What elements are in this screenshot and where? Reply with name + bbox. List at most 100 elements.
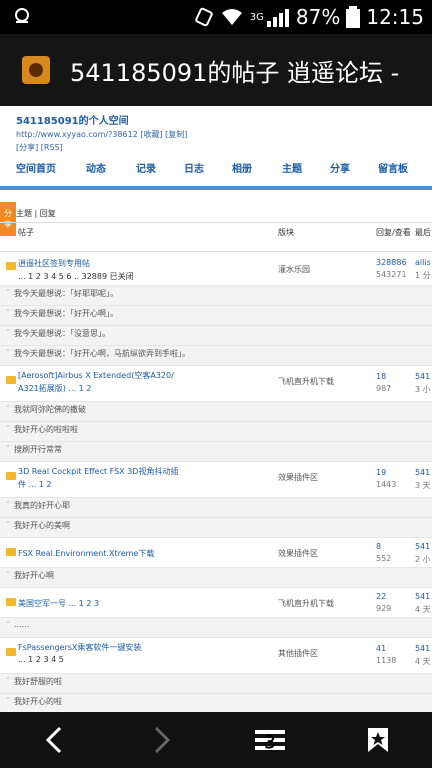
network-label: 3G	[249, 11, 264, 23]
thread-last-time: 3 小	[415, 385, 431, 394]
nav-item[interactable]: 留言板	[378, 160, 408, 175]
reply-snippet: “我今天最想说：「好开心啊」。	[0, 306, 432, 326]
table-row[interactable]: 逍遥社区签到专用帖 ... 1 2 3 4 5 6 .. 32889 已关闭 灌…	[0, 254, 432, 286]
quote-mark: “	[6, 328, 11, 337]
nav-item[interactable]: 相册	[232, 160, 252, 175]
reply-text: 我今天最想说：「没意思」。	[14, 329, 110, 338]
col-last: 最后	[415, 228, 431, 237]
reply-snippet: “搜刷开行常常	[0, 442, 432, 462]
notification-icon	[15, 8, 29, 23]
reply-snippet: “我今天最想说：「好开心啊，马航纵欲弄到手啦」。	[0, 346, 432, 366]
reply-text: 搜刷开行常常	[14, 445, 62, 454]
nav-item[interactable]: 记录	[136, 160, 156, 175]
quote-mark: “	[6, 444, 11, 453]
thread-forum[interactable]: 其他插件区	[278, 648, 318, 659]
reply-snippet: “我今天最想说：「没意思」。	[0, 326, 432, 346]
thread-last-time: 4 天	[415, 605, 431, 614]
thread-pages[interactable]: ... 1 2 3 4 5	[18, 655, 64, 664]
thread-views: 1443	[376, 480, 397, 489]
nav-item[interactable]: 动态	[86, 160, 106, 175]
back-button[interactable]	[30, 720, 78, 760]
thread-replies: 328886	[376, 258, 407, 267]
thread-last-time: 1 分	[415, 271, 431, 280]
browser-bottom-bar: 3	[0, 712, 432, 768]
quote-mark: “	[6, 288, 11, 297]
thread-last-user[interactable]: 541	[415, 542, 430, 551]
table-row[interactable]: FsPassengersX乘客软件一键安装 ... 1 2 3 4 5 其他插件…	[0, 638, 432, 674]
nav-divider	[0, 186, 432, 190]
browser-title-bar: 541185091的帖子 逍遥论坛 -	[0, 34, 432, 106]
reply-snippet: “我好开心啊	[0, 568, 432, 588]
reply-text: 我真的好开心耶	[14, 501, 70, 510]
reply-text: 我今天最想说：「好耶耶呢」。	[14, 289, 118, 298]
thread-subject[interactable]: FsPassengersX乘客软件一键安装	[18, 642, 141, 653]
table-row[interactable]: 美国空军一号 ... 1 2 3 飞机直升机下载 22 929 541 4 天	[0, 588, 432, 618]
thread-forum[interactable]: 灌水乐园	[278, 264, 310, 275]
mute-icon	[195, 7, 213, 27]
locked-thread-icon	[6, 262, 16, 270]
thread-subject[interactable]: 逍遥社区签到专用帖	[18, 258, 90, 269]
reply-snippet: “我好开心的啦啦啦	[0, 422, 432, 442]
sub-tabs: 主题 | 回复	[0, 202, 432, 224]
thread-list: 逍遥社区签到专用帖 ... 1 2 3 4 5 6 .. 32889 已关闭 灌…	[0, 254, 432, 712]
thread-last-user[interactable]: 541	[415, 372, 430, 381]
thread-subject-cont[interactable]: 件 ... 1 2	[18, 479, 51, 490]
table-row[interactable]: [Aerosoft]Airbus X Extended(空客A320/ A321…	[0, 366, 432, 402]
tabs-button[interactable]: 3	[246, 720, 294, 760]
sub-tabs-label[interactable]: 主题 | 回复	[16, 208, 56, 219]
reply-snippet: “我好开心的美啊	[0, 518, 432, 538]
nav-item[interactable]: 日志	[184, 160, 204, 175]
nav-item[interactable]: 分享	[330, 160, 350, 175]
reply-snippet: “我真的好开心耶	[0, 498, 432, 518]
quote-mark: “	[6, 676, 11, 685]
table-header: 帖子 版块 回复/查看 最后	[0, 222, 432, 252]
thread-subject[interactable]: [Aerosoft]Airbus X Extended(空客A320/	[18, 370, 174, 381]
reply-snippet: “我好舒服的啦	[0, 674, 432, 694]
reply-snippet: “我就阿弥陀佛的撒破	[0, 402, 432, 422]
thread-forum[interactable]: 飞机直升机下载	[278, 598, 334, 609]
nav-item[interactable]: 空间首页	[16, 160, 56, 175]
thread-last-user[interactable]: 541	[415, 592, 430, 601]
space-url[interactable]: http://www.xyyao.com/?38612 [收藏] [复制]	[16, 129, 416, 140]
thread-views: 929	[376, 604, 392, 613]
space-links[interactable]: [分享] [RSS]	[16, 142, 416, 153]
thread-forum[interactable]: 飞机直升机下载	[278, 376, 334, 387]
thread-subject-cont[interactable]: A321拓展版) ... 1 2	[18, 383, 91, 394]
thread-views: 552	[376, 554, 392, 563]
thread-replies: 19	[376, 468, 387, 477]
thread-last-user[interactable]: 541	[415, 644, 430, 653]
thread-subject[interactable]: 美国空军一号 ... 1 2 3	[18, 598, 99, 609]
bookmark-button[interactable]	[354, 720, 402, 760]
thread-last-user[interactable]: ailis	[415, 258, 431, 267]
table-row[interactable]: FSX Real.Environment.Xtreme下载 效果插件区 8 55…	[0, 538, 432, 568]
folder-icon	[6, 648, 16, 656]
thread-last-user[interactable]: 541	[415, 468, 430, 477]
back-icon	[45, 726, 62, 754]
quote-mark: “	[6, 424, 11, 433]
table-row[interactable]: 3D Real Cockpit Effect FSX 3D视角抖动插 件 ...…	[0, 462, 432, 498]
reply-text: 我就阿弥陀佛的撒破	[14, 405, 86, 414]
thread-forum[interactable]: 效果插件区	[278, 472, 318, 483]
forward-button[interactable]	[138, 720, 186, 760]
nav-item[interactable]: 主题	[282, 160, 302, 175]
thread-last-time: 4 天	[415, 657, 431, 666]
wifi-icon	[221, 9, 242, 25]
site-favicon	[22, 56, 50, 84]
thread-last-time: 2 小	[415, 555, 431, 564]
reply-text: 我今天最想说：「好开心啊，马航纵欲弄到手啦」。	[14, 349, 190, 358]
reply-snippet: “......	[0, 618, 432, 638]
reply-snippet: “我今天最想说：「好耶耶呢」。	[0, 286, 432, 306]
thread-subject[interactable]: 3D Real Cockpit Effect FSX 3D视角抖动插	[18, 466, 178, 477]
bookmark-icon	[368, 728, 388, 752]
col-subject: 帖子	[18, 228, 34, 237]
reply-text: 我好舒服的啦	[14, 677, 62, 686]
folder-icon	[6, 548, 16, 556]
thread-pages[interactable]: ... 1 2 3 4 5 6 .. 32889 已关闭	[18, 271, 134, 282]
web-content: 541185091的个人空间 http://www.xyyao.com/?386…	[0, 106, 432, 712]
space-name[interactable]: 541185091的个人空间	[16, 112, 416, 127]
reply-text: 我今天最想说：「好开心啊」。	[14, 309, 118, 318]
thread-subject[interactable]: FSX Real.Environment.Xtreme下载	[18, 548, 154, 559]
thread-last-time: 3 天	[415, 481, 431, 490]
thread-forum[interactable]: 效果插件区	[278, 548, 318, 559]
svg-text:3: 3	[264, 732, 275, 753]
